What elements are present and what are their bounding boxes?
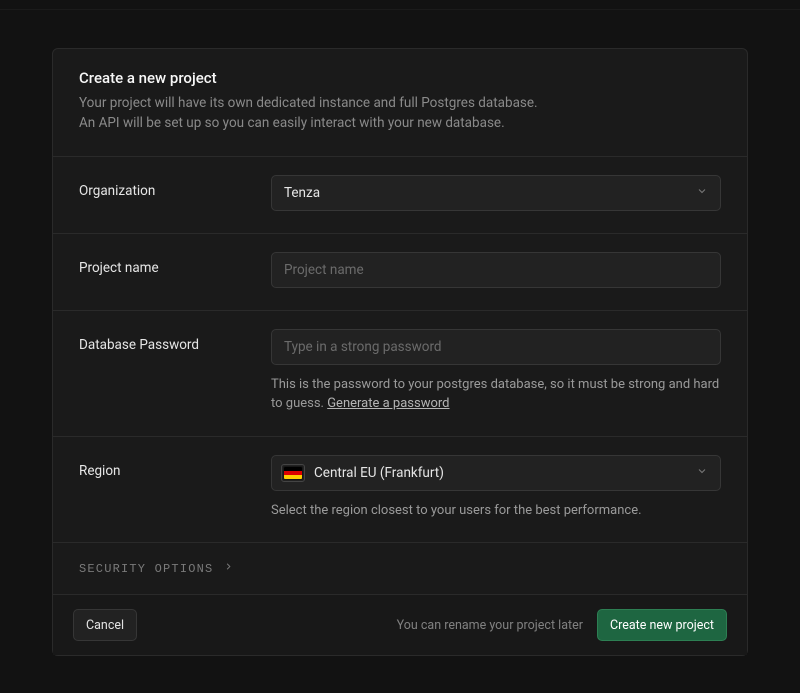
create-project-card: Create a new project Your project will h… — [52, 48, 748, 656]
security-options-label: SECURITY OPTIONS — [79, 562, 213, 576]
chevron-right-icon — [223, 561, 234, 576]
create-project-label: Create new project — [610, 618, 714, 633]
region-select[interactable]: Central EU (Frankfurt) — [271, 455, 721, 491]
organization-label: Organization — [79, 175, 271, 199]
generate-password-link[interactable]: Generate a password — [327, 396, 449, 411]
organization-select[interactable]: Tenza — [271, 175, 721, 211]
region-row: Region Central EU (Frankfurt) Select the… — [53, 436, 747, 543]
header-desc-line2: An API will be set up so you can easily … — [79, 115, 505, 131]
project-name-label: Project name — [79, 252, 271, 276]
region-value: Central EU (Frankfurt) — [314, 465, 444, 481]
db-password-input[interactable] — [271, 329, 721, 365]
cancel-label: Cancel — [86, 618, 124, 633]
organization-row: Organization Tenza — [53, 156, 747, 233]
header-description: Your project will have its own dedicated… — [79, 93, 721, 134]
header-desc-line1: Your project will have its own dedicated… — [79, 95, 538, 111]
db-password-control: This is the password to your postgres da… — [271, 329, 721, 414]
footer-note: You can rename your project later — [397, 618, 583, 633]
card-header: Create a new project Your project will h… — [53, 49, 747, 156]
chevron-down-icon — [696, 465, 708, 481]
cancel-button[interactable]: Cancel — [73, 609, 137, 641]
project-name-input[interactable] — [271, 252, 721, 288]
chevron-down-icon — [696, 185, 708, 201]
security-options-toggle[interactable]: SECURITY OPTIONS — [53, 542, 747, 594]
organization-control: Tenza — [271, 175, 721, 211]
region-helper: Select the region closest to your users … — [271, 501, 721, 521]
card-footer: Cancel You can rename your project later… — [53, 594, 747, 655]
db-password-label: Database Password — [79, 329, 271, 353]
project-name-control — [271, 252, 721, 288]
page-title: Create a new project — [79, 69, 721, 87]
db-password-helper: This is the password to your postgres da… — [271, 375, 721, 414]
top-bar — [0, 0, 800, 10]
page-container: Create a new project Your project will h… — [0, 10, 800, 693]
create-project-button[interactable]: Create new project — [597, 609, 727, 641]
organization-value: Tenza — [284, 185, 320, 201]
project-name-row: Project name — [53, 233, 747, 310]
flag-germany-icon — [284, 467, 302, 479]
region-label: Region — [79, 455, 271, 479]
db-password-row: Database Password This is the password t… — [53, 310, 747, 436]
region-control: Central EU (Frankfurt) Select the region… — [271, 455, 721, 521]
